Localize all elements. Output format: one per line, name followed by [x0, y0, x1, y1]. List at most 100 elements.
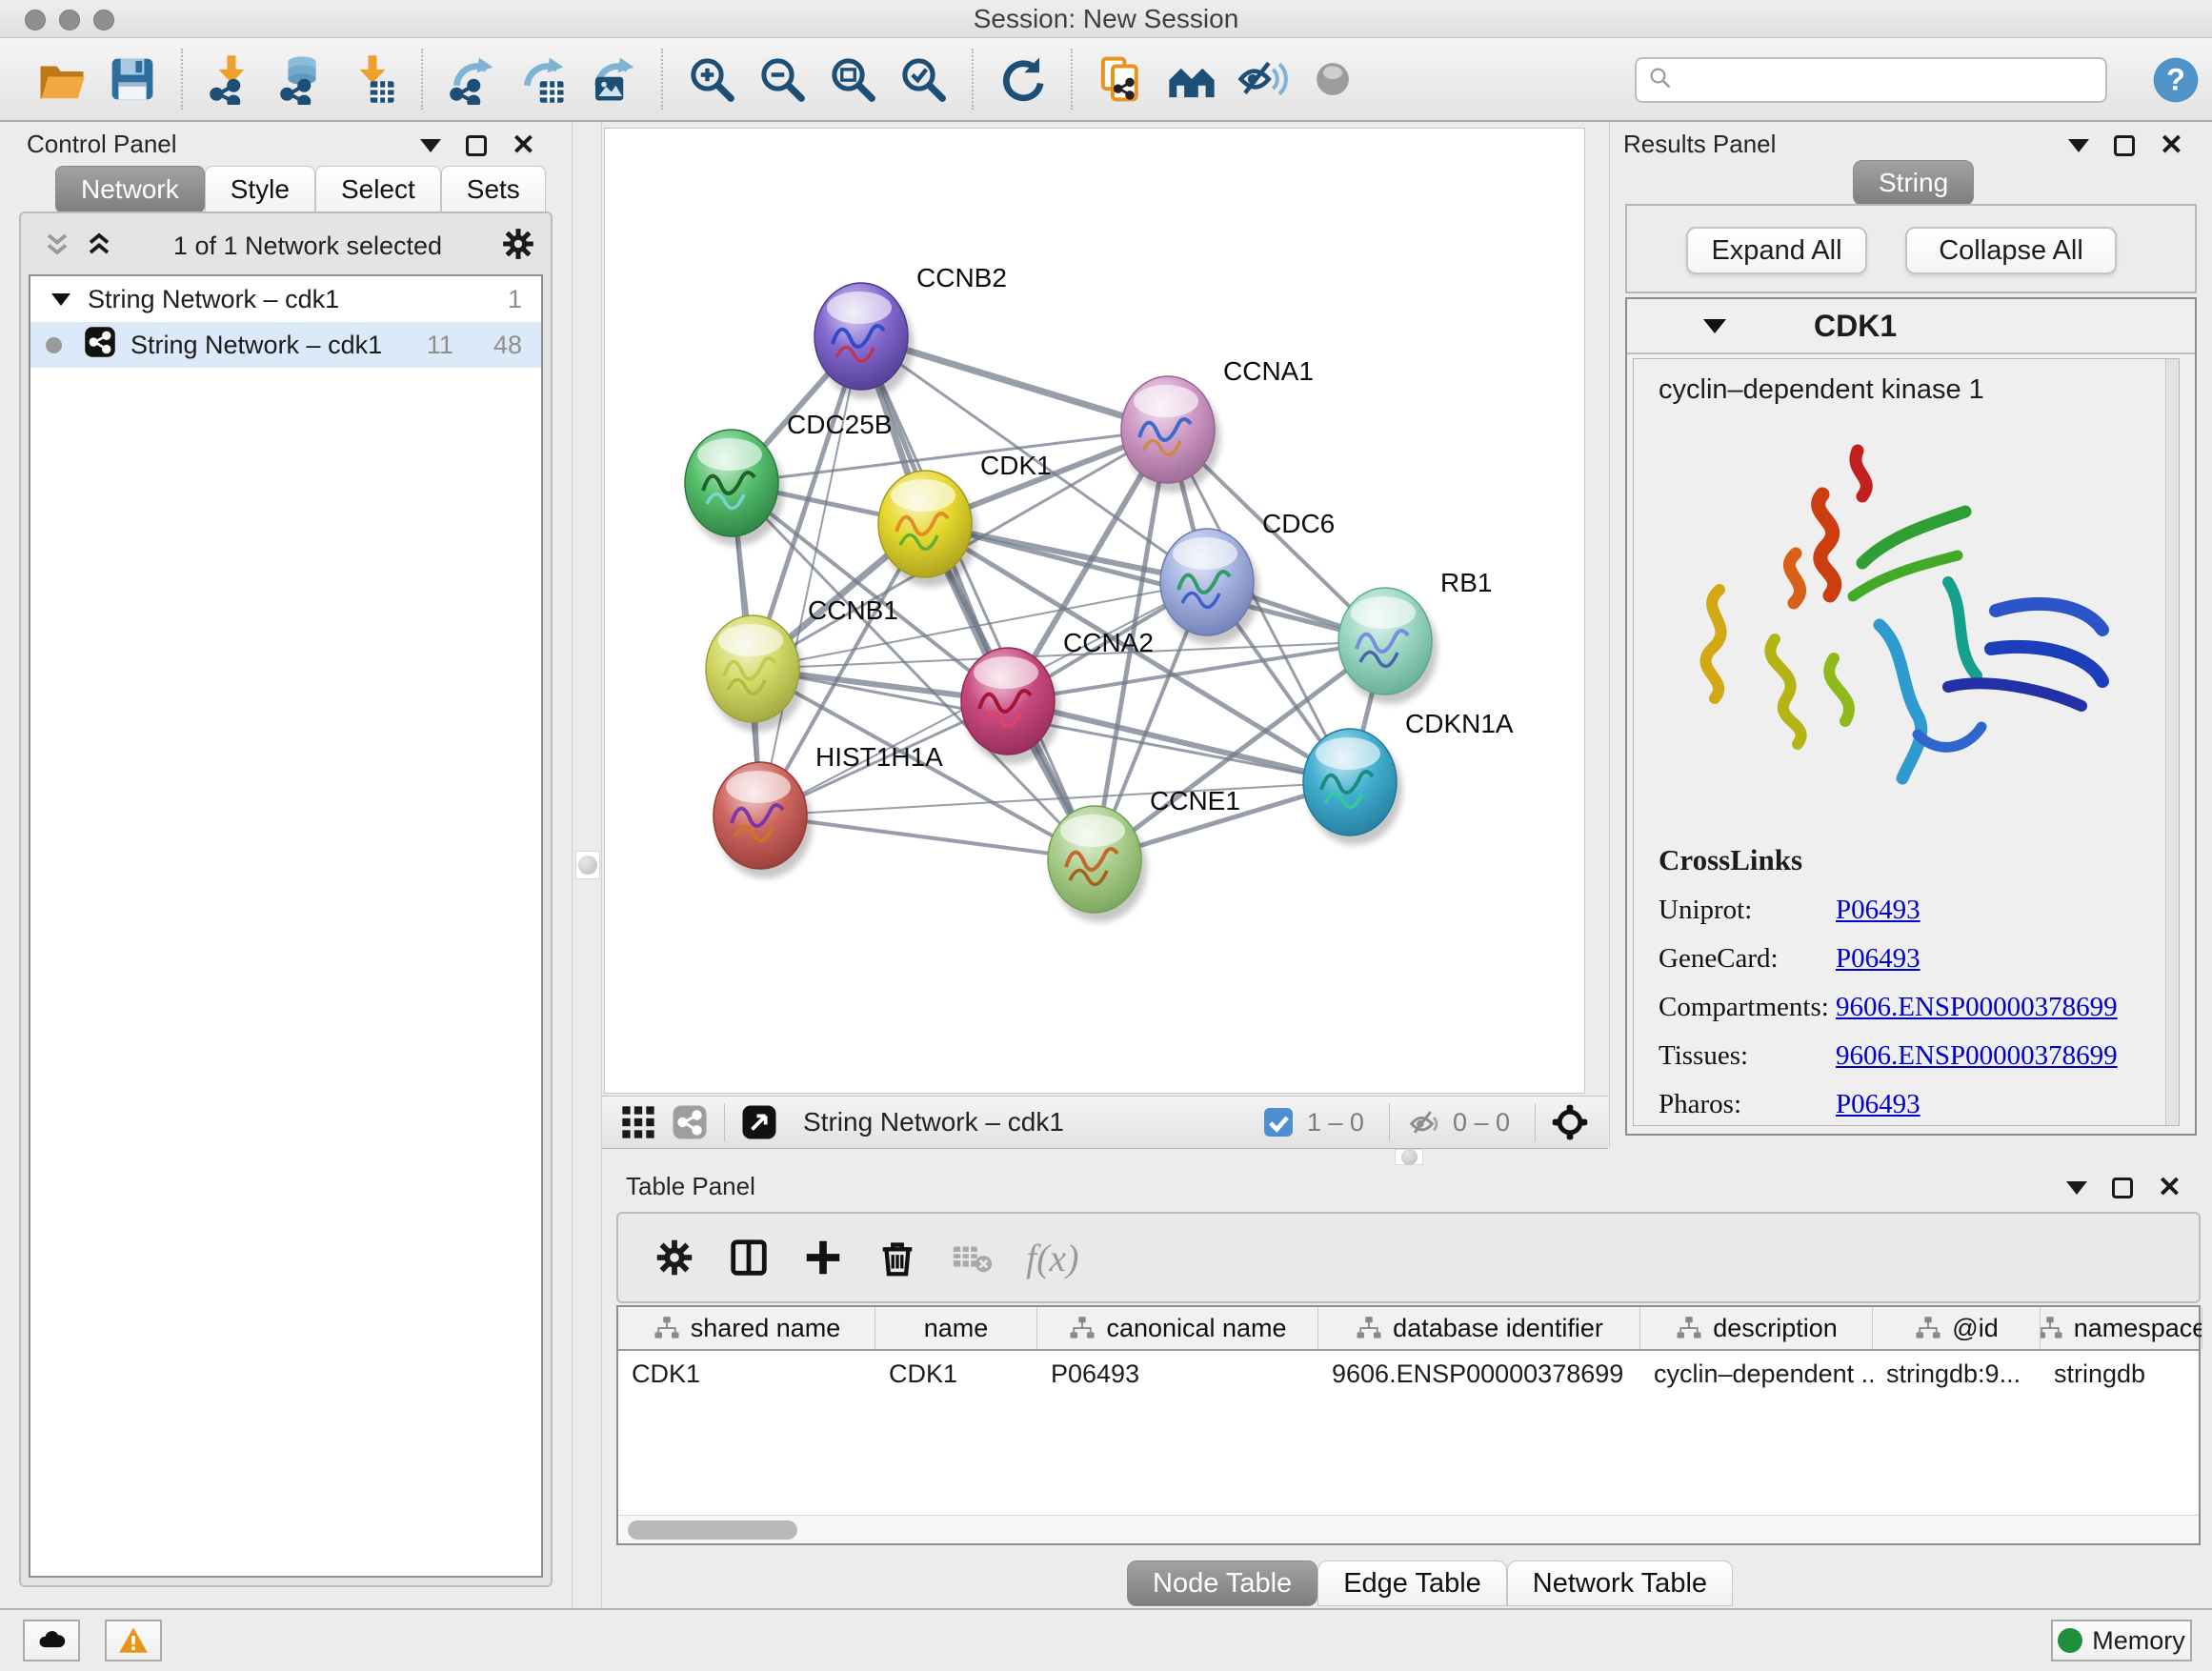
cell-@id[interactable]: stringdb:9... — [1873, 1351, 2041, 1397]
close-panel-icon[interactable]: ✕ — [2158, 1178, 2182, 1198]
birdseye-icon[interactable] — [1303, 50, 1362, 109]
float-panel-icon[interactable] — [2068, 139, 2089, 152]
tab-node-table[interactable]: Node Table — [1127, 1560, 1317, 1606]
cell-name[interactable]: CDK1 — [875, 1351, 1037, 1397]
cloud-button[interactable] — [23, 1620, 80, 1661]
tree-expand-caret-icon[interactable] — [51, 293, 70, 306]
memory-button[interactable]: Memory — [2051, 1620, 2192, 1661]
column-header-shared-name[interactable]: shared name — [618, 1307, 875, 1349]
zoom-window-button[interactable] — [93, 10, 114, 30]
collection-label: String Network – cdk1 — [88, 285, 339, 314]
node-RB1[interactable]: RB1 — [1338, 568, 1492, 704]
bottom-splitter[interactable] — [602, 1149, 2212, 1166]
tab-network[interactable]: Network — [55, 166, 205, 213]
cell-database-identifier[interactable]: 9606.ENSP00000378699 — [1318, 1351, 1640, 1397]
delete-column-icon[interactable] — [866, 1226, 929, 1289]
node-table[interactable]: shared namenamecanonical namedatabase id… — [616, 1305, 2201, 1545]
clone-network-icon[interactable] — [1092, 50, 1151, 109]
node-HIST1H1A[interactable]: HIST1H1A — [714, 742, 943, 878]
table-horizontal-scrollbar[interactable] — [618, 1515, 2199, 1543]
gear-icon[interactable] — [499, 225, 537, 268]
string-view-icon[interactable] — [671, 1103, 709, 1141]
cell-shared-name[interactable]: CDK1 — [618, 1351, 875, 1397]
node-CDC6[interactable]: CDC6 — [1160, 509, 1335, 645]
zoom-out-icon[interactable] — [753, 50, 812, 109]
float-panel-icon[interactable] — [2066, 1181, 2087, 1195]
show-columns-icon[interactable] — [717, 1226, 780, 1289]
tab-network-table[interactable]: Network Table — [1507, 1560, 1733, 1606]
search-input[interactable] — [1680, 66, 2105, 95]
export-table-icon[interactable] — [513, 50, 572, 109]
crosslink-link[interactable]: 9606.ENSP00000378699 — [1836, 1040, 2118, 1072]
refresh-icon[interactable] — [993, 50, 1052, 109]
column-header-canonical-name[interactable]: canonical name — [1037, 1307, 1318, 1349]
crosslink-link[interactable]: P06493 — [1836, 1089, 1920, 1120]
collapse-all-button[interactable]: Collapse All — [1905, 227, 2117, 274]
minimize-window-button[interactable] — [59, 10, 80, 30]
column-header-database-identifier[interactable]: database identifier — [1318, 1307, 1640, 1349]
cell-canonical-name[interactable]: P06493 — [1037, 1351, 1318, 1397]
cell-namespace[interactable]: stringdb — [2041, 1351, 2202, 1397]
close-window-button[interactable] — [25, 10, 46, 30]
node-CCNA1[interactable]: CCNA1 — [1121, 356, 1314, 493]
selected-checkbox-icon[interactable] — [1259, 1103, 1297, 1141]
collapse-all-icon[interactable] — [40, 227, 74, 266]
import-database-icon[interactable] — [272, 50, 332, 109]
warning-button[interactable] — [105, 1620, 162, 1661]
close-panel-icon[interactable]: ✕ — [2160, 135, 2183, 156]
tab-string[interactable]: String — [1853, 160, 1974, 206]
table-gear-icon[interactable] — [643, 1226, 706, 1289]
tab-sets[interactable]: Sets — [441, 166, 546, 213]
open-in-window-icon[interactable] — [740, 1103, 778, 1141]
close-panel-icon[interactable]: ✕ — [512, 135, 535, 156]
collapse-entry-caret-icon[interactable] — [1703, 319, 1726, 333]
float-panel-icon[interactable] — [420, 139, 441, 152]
export-network-icon[interactable] — [442, 50, 501, 109]
maximize-panel-icon[interactable] — [2114, 135, 2135, 156]
maximize-panel-icon[interactable] — [2112, 1178, 2133, 1198]
column-header-@id[interactable]: @id — [1873, 1307, 2041, 1349]
network-status-dot — [46, 337, 62, 353]
zoom-in-icon[interactable] — [682, 50, 741, 109]
search-box[interactable] — [1635, 57, 2107, 103]
save-session-icon[interactable] — [103, 50, 162, 109]
zoom-fit-icon[interactable] — [823, 50, 882, 109]
tab-select[interactable]: Select — [315, 166, 441, 213]
network-canvas[interactable]: CCNB2 CCNA1 CDC25B CDK1 CDC6 RB1 — [604, 128, 1585, 1094]
grid-view-icon[interactable] — [619, 1103, 657, 1141]
cell-description[interactable]: cyclin–dependent ... — [1640, 1351, 1873, 1397]
crosslink-link[interactable]: 9606.ENSP00000378699 — [1836, 992, 2118, 1023]
tab-style[interactable]: Style — [205, 166, 315, 213]
expand-all-button[interactable]: Expand All — [1686, 227, 1867, 274]
column-header-name[interactable]: name — [875, 1307, 1037, 1349]
hidden-eye-icon[interactable] — [1405, 1103, 1443, 1141]
node-CDKN1A[interactable]: CDKN1A — [1303, 709, 1514, 845]
add-column-icon[interactable] — [792, 1226, 855, 1289]
tab-edge-table[interactable]: Edge Table — [1317, 1560, 1507, 1606]
import-table-icon[interactable] — [343, 50, 402, 109]
table-tabs: Node TableEdge TableNetwork Table — [1127, 1560, 1733, 1606]
help-button[interactable]: ? — [2149, 53, 2202, 107]
node-CDC25B[interactable]: CDC25B — [685, 410, 892, 546]
crosslink-link[interactable]: P06493 — [1836, 895, 1920, 926]
hide-details-icon[interactable] — [1233, 50, 1292, 109]
left-splitter[interactable] — [572, 122, 602, 1608]
panels-icon[interactable] — [1162, 50, 1221, 109]
export-image-icon[interactable] — [583, 50, 642, 109]
zoom-selected-icon[interactable] — [894, 50, 953, 109]
column-header-description[interactable]: description — [1640, 1307, 1873, 1349]
expand-all-icon[interactable] — [82, 227, 116, 266]
collection-count: 1 — [508, 285, 522, 314]
column-header-namespace[interactable]: namespace — [2041, 1307, 2202, 1349]
gene-entry-header[interactable]: CDK1 — [1627, 299, 2195, 354]
network-row-selected[interactable]: String Network – cdk1 11 48 — [30, 322, 541, 368]
crosshair-icon[interactable] — [1551, 1103, 1589, 1141]
node-CCNB2[interactable]: CCNB2 — [814, 263, 1007, 399]
open-session-icon[interactable] — [32, 50, 91, 109]
node-CCNE1[interactable]: CCNE1 — [1048, 786, 1240, 922]
maximize-panel-icon[interactable] — [466, 135, 487, 156]
results-scrollbar[interactable] — [2165, 359, 2179, 1126]
network-collection-row[interactable]: String Network – cdk1 1 — [30, 276, 541, 322]
import-network-icon[interactable] — [202, 50, 261, 109]
crosslink-link[interactable]: P06493 — [1836, 943, 1920, 975]
